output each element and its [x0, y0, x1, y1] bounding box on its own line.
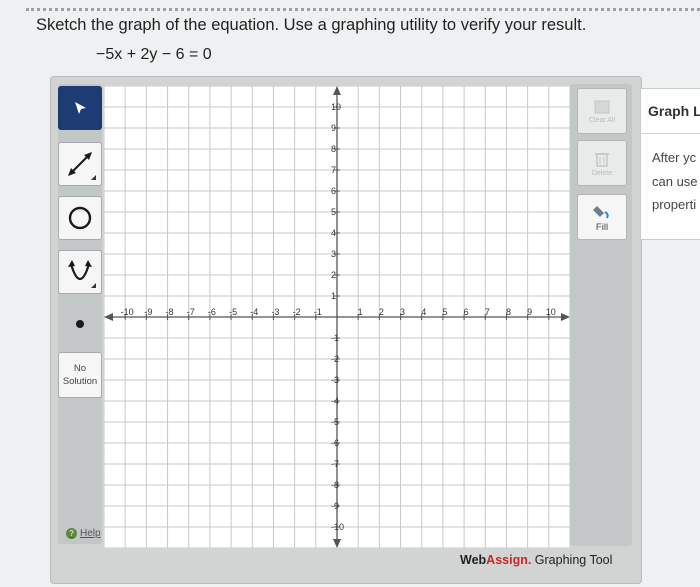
x-tick-label: -8: [166, 307, 174, 317]
paint-bucket-icon: [593, 205, 609, 218]
help-link[interactable]: ? Help: [66, 528, 101, 539]
trash-icon: [595, 152, 609, 167]
x-tick-label: 6: [464, 307, 469, 317]
y-tick-label: 4: [331, 228, 336, 238]
pointer-tool-button[interactable]: [58, 86, 102, 130]
x-tick-label: -4: [250, 307, 258, 317]
x-tick-label: 8: [506, 307, 511, 317]
side-panel-divider: [640, 133, 700, 134]
help-icon: ?: [66, 528, 77, 539]
x-tick-label: 10: [546, 307, 556, 317]
point-tool-icon: [76, 320, 84, 328]
y-tick-label: -8: [331, 480, 339, 490]
delete-button[interactable]: Delete: [577, 140, 627, 186]
delete-label: Delete: [591, 169, 613, 177]
question-instruction: Sketch the graph of the equation. Use a …: [36, 16, 587, 34]
x-axis-arrow-left: [104, 313, 113, 321]
no-solution-button[interactable]: No Solution: [58, 352, 102, 398]
x-tick-label: -9: [144, 307, 152, 317]
y-tick-label: 5: [331, 207, 336, 217]
coordinate-grid[interactable]: -10 -9 -8 -7 -6 -5 -4 -3 -2 -1 1 2 3 4 5 6 7 8 9 10 10 9 8 7 6 5 4…: [103, 85, 571, 549]
y-tick-label: -6: [331, 438, 339, 448]
y-tick-label: 7: [331, 165, 336, 175]
question-equation: −5x + 2y − 6 = 0: [96, 46, 212, 63]
no-solution-label-2: Solution: [62, 376, 98, 387]
y-tick-label: 3: [331, 249, 336, 259]
y-tick-label: 10: [331, 102, 341, 112]
y-tick-label: 9: [331, 123, 336, 133]
y-tick-label: -5: [331, 417, 339, 427]
graph-area[interactable]: -10 -9 -8 -7 -6 -5 -4 -3 -2 -1 1 2 3 4 5 6 7 8 9 10 10 9 8 7 6 5 4…: [103, 85, 571, 549]
y-tick-label: 1: [331, 291, 336, 301]
fill-button[interactable]: Fill: [577, 194, 627, 240]
dotted-separator: [26, 8, 700, 11]
x-tick-label: 2: [379, 307, 384, 317]
x-tick-label: -5: [229, 307, 237, 317]
x-tick-label: 4: [421, 307, 426, 317]
x-tick-label: -3: [271, 307, 279, 317]
no-solution-label-1: No: [73, 363, 87, 374]
y-tick-label: -4: [331, 396, 339, 406]
x-tick-label: -6: [208, 307, 216, 317]
y-tick-label: -7: [331, 459, 339, 469]
x-tick-label: -1: [314, 307, 322, 317]
parabola-tool-button[interactable]: [58, 250, 102, 294]
y-tick-label: -10: [331, 522, 344, 532]
line-tool-button[interactable]: [58, 142, 102, 186]
y-axis-arrow-up: [333, 86, 341, 95]
y-tick-label: 6: [331, 186, 336, 196]
x-tick-label: 7: [485, 307, 490, 317]
y-tick-label: 8: [331, 144, 336, 154]
side-panel-title: Graph L: [648, 103, 700, 119]
help-label: Help: [80, 528, 101, 539]
y-tick-label: -2: [331, 354, 339, 364]
y-axis-arrow-down: [333, 539, 341, 548]
clear-all-label: Clear All: [588, 116, 616, 124]
x-axis-arrow-right: [561, 313, 570, 321]
fill-label: Fill: [595, 221, 609, 233]
y-tick-label: -9: [331, 501, 339, 511]
x-tick-label: -2: [293, 307, 301, 317]
circle-tool-button[interactable]: [58, 196, 102, 240]
point-tool-button[interactable]: [58, 302, 102, 346]
circle-tool-icon: [68, 206, 92, 230]
line-tool-icon: [68, 152, 96, 180]
side-panel-text-2: can use: [652, 174, 698, 189]
x-tick-label: 5: [442, 307, 447, 317]
brand-suffix: Graphing Tool: [531, 553, 613, 567]
x-tick-label: -7: [187, 307, 195, 317]
side-panel-text-3: properti: [652, 197, 697, 212]
x-tick-label: 1: [358, 307, 363, 317]
x-tick-label: 3: [400, 307, 405, 317]
clear-all-icon: [594, 100, 610, 113]
cursor-arrow-icon: [75, 102, 86, 114]
parabola-tool-icon: [68, 260, 96, 288]
y-tick-label: 2: [331, 270, 336, 280]
y-tick-label: -3: [331, 375, 339, 385]
brand-web: Web: [460, 553, 487, 567]
webassign-branding: WebAssign. Graphing Tool: [460, 553, 612, 567]
clear-all-button[interactable]: Clear All: [577, 88, 627, 134]
brand-assign: Assign.: [486, 553, 532, 567]
x-tick-label: 9: [527, 307, 532, 317]
x-tick-label: -10: [121, 307, 134, 317]
side-panel-text-1: After yc: [652, 150, 697, 165]
y-tick-label: -1: [331, 333, 339, 343]
